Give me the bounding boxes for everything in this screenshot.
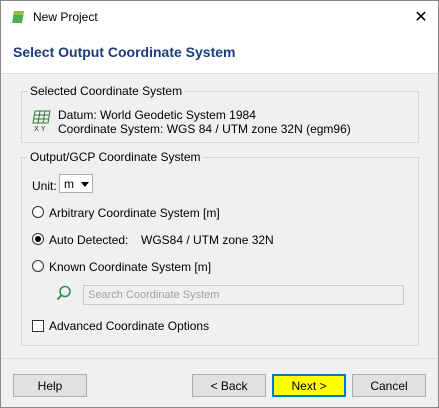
radio-auto-detected-label[interactable]: Auto Detected: (49, 233, 128, 247)
search-coordinate-input[interactable] (83, 285, 404, 305)
radio-arbitrary-label[interactable]: Arbitrary Coordinate System [m] (49, 206, 220, 220)
coordinate-system-text: Coordinate System: WGS 84 / UTM zone 32N… (58, 122, 351, 136)
unit-value: m (64, 177, 74, 191)
help-button[interactable]: Help (13, 374, 87, 397)
new-project-dialog: New Project ✕ Select Output Coordinate S… (0, 0, 439, 408)
datum-text: Datum: World Geodetic System 1984 (58, 108, 256, 122)
chevron-down-icon (81, 182, 89, 187)
page-header: Select Output Coordinate System (1, 33, 438, 74)
search-icon (56, 285, 71, 301)
app-icon (12, 11, 24, 23)
advanced-options-label[interactable]: Advanced Coordinate Options (49, 319, 209, 333)
title-bar: New Project ✕ (1, 1, 438, 33)
advanced-options-checkbox[interactable] (32, 320, 44, 332)
group-title: Selected Coordinate System (28, 84, 185, 98)
selected-coordinate-system-group: Selected Coordinate System X Y Datum: Wo… (21, 84, 419, 143)
radio-known-label[interactable]: Known Coordinate System [m] (49, 260, 211, 274)
window-title: New Project (33, 10, 98, 24)
radio-known[interactable] (32, 260, 44, 272)
close-icon[interactable]: ✕ (404, 1, 438, 33)
radio-arbitrary[interactable] (32, 206, 44, 218)
page-title: Select Output Coordinate System (13, 44, 236, 60)
unit-label: Unit: (32, 179, 57, 193)
radio-auto-detected[interactable] (32, 233, 44, 245)
coordinate-grid-icon: X Y (32, 110, 51, 132)
output-coordinate-system-group: Output/GCP Coordinate System Unit: m Arb… (21, 150, 419, 346)
cancel-button[interactable]: Cancel (352, 374, 426, 397)
footer-divider (1, 358, 438, 359)
auto-detected-value: WGS84 / UTM zone 32N (141, 233, 274, 247)
group-title: Output/GCP Coordinate System (28, 150, 203, 164)
unit-select[interactable]: m (59, 174, 93, 193)
next-button[interactable]: Next > (272, 374, 346, 397)
back-button[interactable]: < Back (192, 374, 266, 397)
crs-axis-label: X Y (34, 125, 46, 132)
